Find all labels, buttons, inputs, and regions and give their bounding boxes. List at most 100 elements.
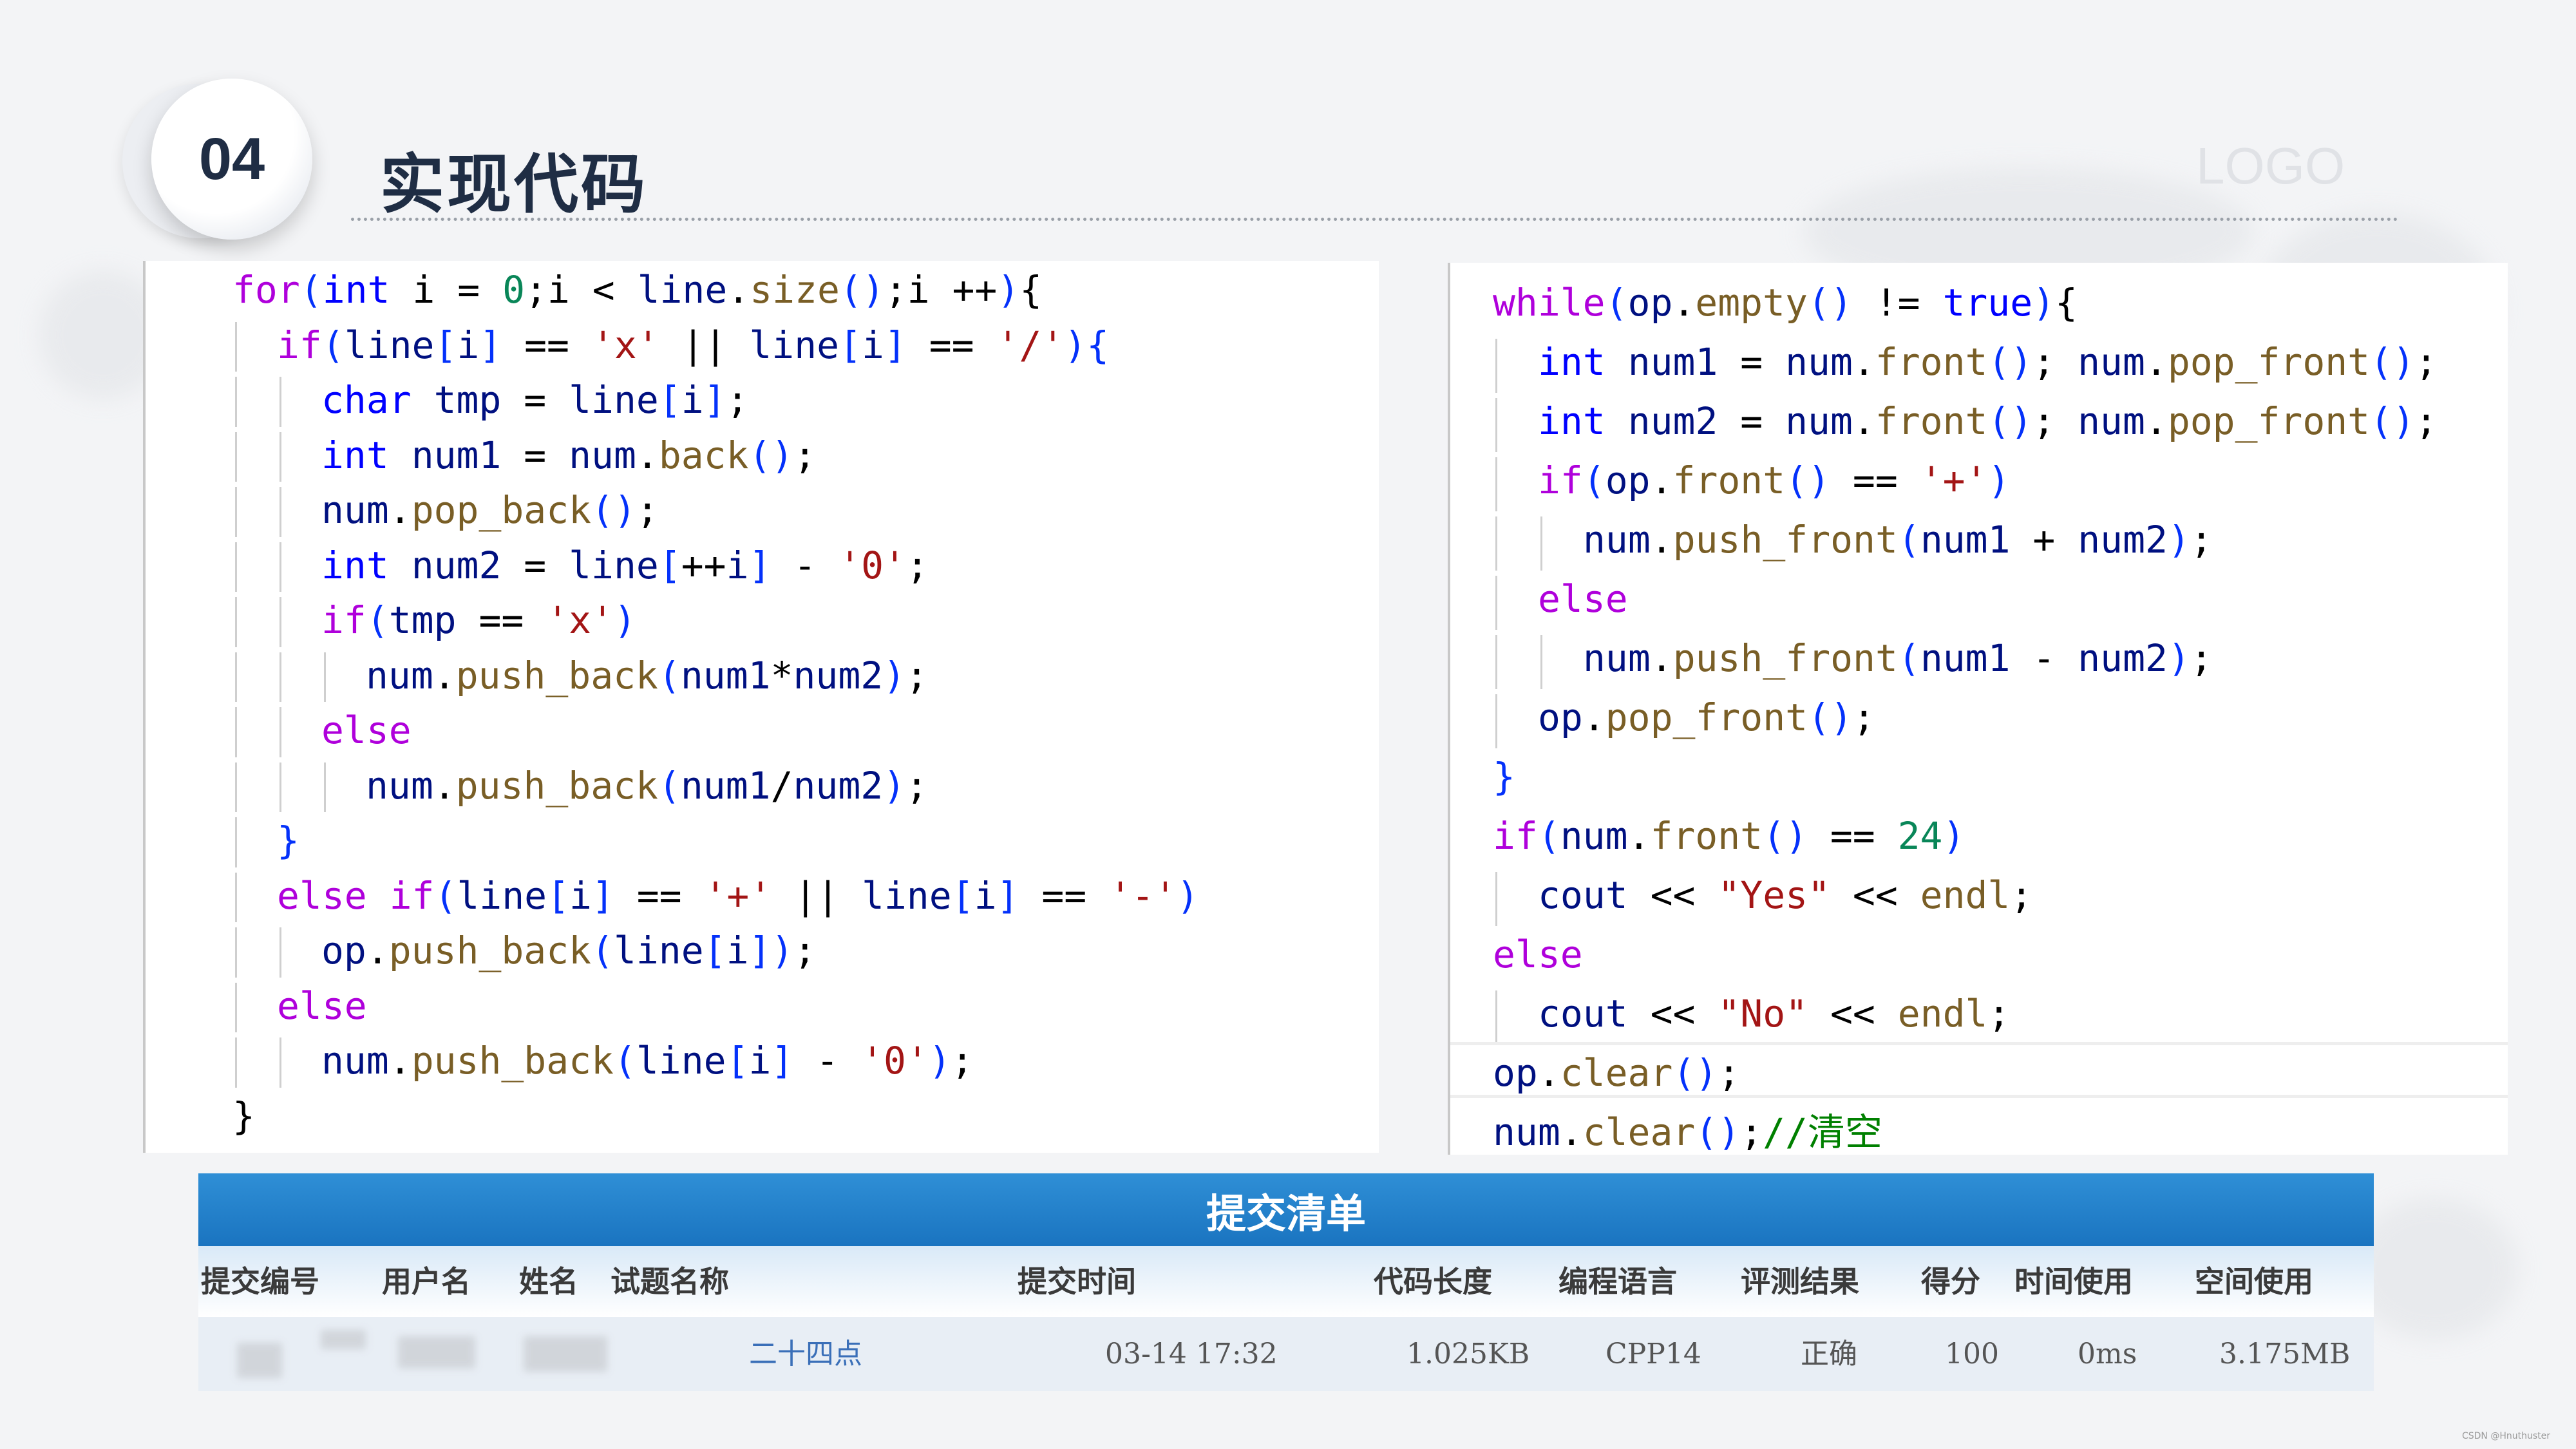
code-token: << — [1627, 992, 1718, 1036]
code-token: . — [388, 1039, 412, 1083]
footer-credit: CSDN @Hnuthuster — [2461, 1431, 2550, 1441]
code-line: op.clear(); — [1493, 1047, 1740, 1099]
code-token: pop_back — [411, 488, 592, 532]
code-line: } — [1493, 751, 1515, 802]
indent-guide — [235, 597, 237, 647]
code-token: () — [591, 488, 636, 532]
code-token: 'x' — [591, 323, 659, 367]
code-token: pop_front — [2167, 399, 2371, 443]
table-row[interactable]: 二十四点 03-14 17:32 1.025KB CPP14 正确 100 0m… — [198, 1317, 2374, 1391]
code-token: . — [1582, 696, 1605, 739]
code-token: ; — [2190, 518, 2213, 562]
code-token: ) — [883, 653, 906, 697]
code-token: num — [1583, 518, 1651, 562]
indent-guide — [279, 377, 281, 427]
code-token: tmp — [433, 378, 502, 422]
code-token: push_back — [455, 653, 658, 697]
code-token: == — [906, 323, 997, 367]
code-line: int num2 = line[++i] - '0'; — [321, 540, 929, 591]
col-result: 评测结果 — [1741, 1264, 1859, 1299]
code-token: . — [2145, 340, 2168, 384]
code-token: . — [1672, 281, 1696, 325]
code-token: else — [1493, 933, 1583, 976]
code-token: int — [1538, 399, 1605, 443]
code-token: num — [2078, 340, 2145, 384]
code-token: i — [457, 323, 480, 367]
language-value: CPP14 — [1605, 1338, 1701, 1370]
code-token: num — [1560, 814, 1628, 858]
code-token: empty — [1695, 281, 1808, 325]
code-token: 0 — [502, 268, 525, 312]
code-line: } — [277, 815, 299, 866]
code-length-value: 1.025KB — [1406, 1338, 1530, 1370]
code-token: num2 — [2078, 636, 2168, 680]
code-token: . — [1852, 399, 1875, 443]
code-token: num2 — [793, 653, 884, 697]
problem-link[interactable]: 二十四点 — [749, 1317, 862, 1391]
col-name: 姓名 — [519, 1264, 578, 1299]
background-map-shape — [2351, 1198, 2518, 1340]
code-token: = — [1718, 399, 1786, 443]
indent-guide — [235, 762, 237, 812]
code-token: else — [277, 873, 367, 918]
code-token: int — [321, 433, 389, 477]
code-token: num — [321, 488, 389, 532]
code-token: '0' — [838, 543, 906, 587]
code-token: == — [1019, 873, 1110, 918]
code-token: pop_front — [2167, 340, 2371, 384]
code-line: op.push_back(line[i]); — [321, 925, 816, 976]
code-token: num1 — [411, 433, 502, 477]
submit-time-value: 03-14 17:32 — [1105, 1338, 1278, 1370]
code-token: if — [1493, 814, 1538, 858]
code-token: ) — [1064, 323, 1087, 367]
code-token: } — [232, 1094, 255, 1138]
redacted-username — [398, 1336, 475, 1368]
code-token: () — [1763, 814, 1808, 858]
code-token: line — [569, 378, 659, 422]
code-token: for — [232, 268, 300, 312]
code-line: if(num.front() == 24) — [1493, 810, 1965, 862]
indent-guide — [279, 487, 281, 537]
code-token: num2 — [793, 763, 884, 808]
time-used-value: 0ms — [2078, 1338, 2137, 1370]
code-token: ( — [366, 598, 389, 642]
code-token: ] — [771, 1039, 794, 1083]
code-token: || — [659, 323, 750, 367]
indent-guide — [279, 542, 281, 592]
code-token: ; — [726, 378, 749, 422]
code-token: cout — [1538, 873, 1628, 917]
code-token: () — [1672, 1051, 1718, 1095]
code-token: line — [637, 268, 728, 312]
col-submission-id: 提交编号 — [201, 1264, 319, 1299]
code-token: line — [457, 873, 547, 918]
code-token: if — [277, 323, 322, 367]
code-token: char — [321, 378, 412, 422]
code-token: << — [1627, 873, 1718, 917]
code-token: { — [2055, 281, 2078, 325]
line-separator — [1450, 1042, 2508, 1045]
code-token: ] — [703, 378, 726, 422]
indent-guide — [324, 762, 326, 812]
code-token: ; — [2032, 340, 2078, 384]
indent-guide — [1495, 576, 1497, 630]
code-token: = — [501, 433, 569, 477]
code-token: ( — [1897, 518, 1920, 562]
code-line: op.pop_front(); — [1538, 692, 1875, 743]
code-token: . — [1650, 518, 1673, 562]
code-token: ;i ++ — [884, 268, 998, 312]
indent-guide — [235, 321, 237, 372]
code-token: ( — [321, 323, 345, 367]
code-token: . — [433, 653, 456, 697]
indent-guide — [1495, 872, 1497, 926]
code-token: ( — [1582, 459, 1605, 502]
code-token: [ — [658, 543, 681, 587]
col-submit-time: 提交时间 — [1018, 1264, 1136, 1299]
indent-guide — [279, 762, 281, 812]
code-token: * — [770, 653, 793, 697]
code-token: [ — [839, 323, 862, 367]
indent-guide — [235, 707, 237, 757]
col-memory-used: 空间使用 — [2195, 1264, 2313, 1299]
code-token: ; — [793, 433, 817, 477]
code-token: ) — [613, 598, 636, 642]
